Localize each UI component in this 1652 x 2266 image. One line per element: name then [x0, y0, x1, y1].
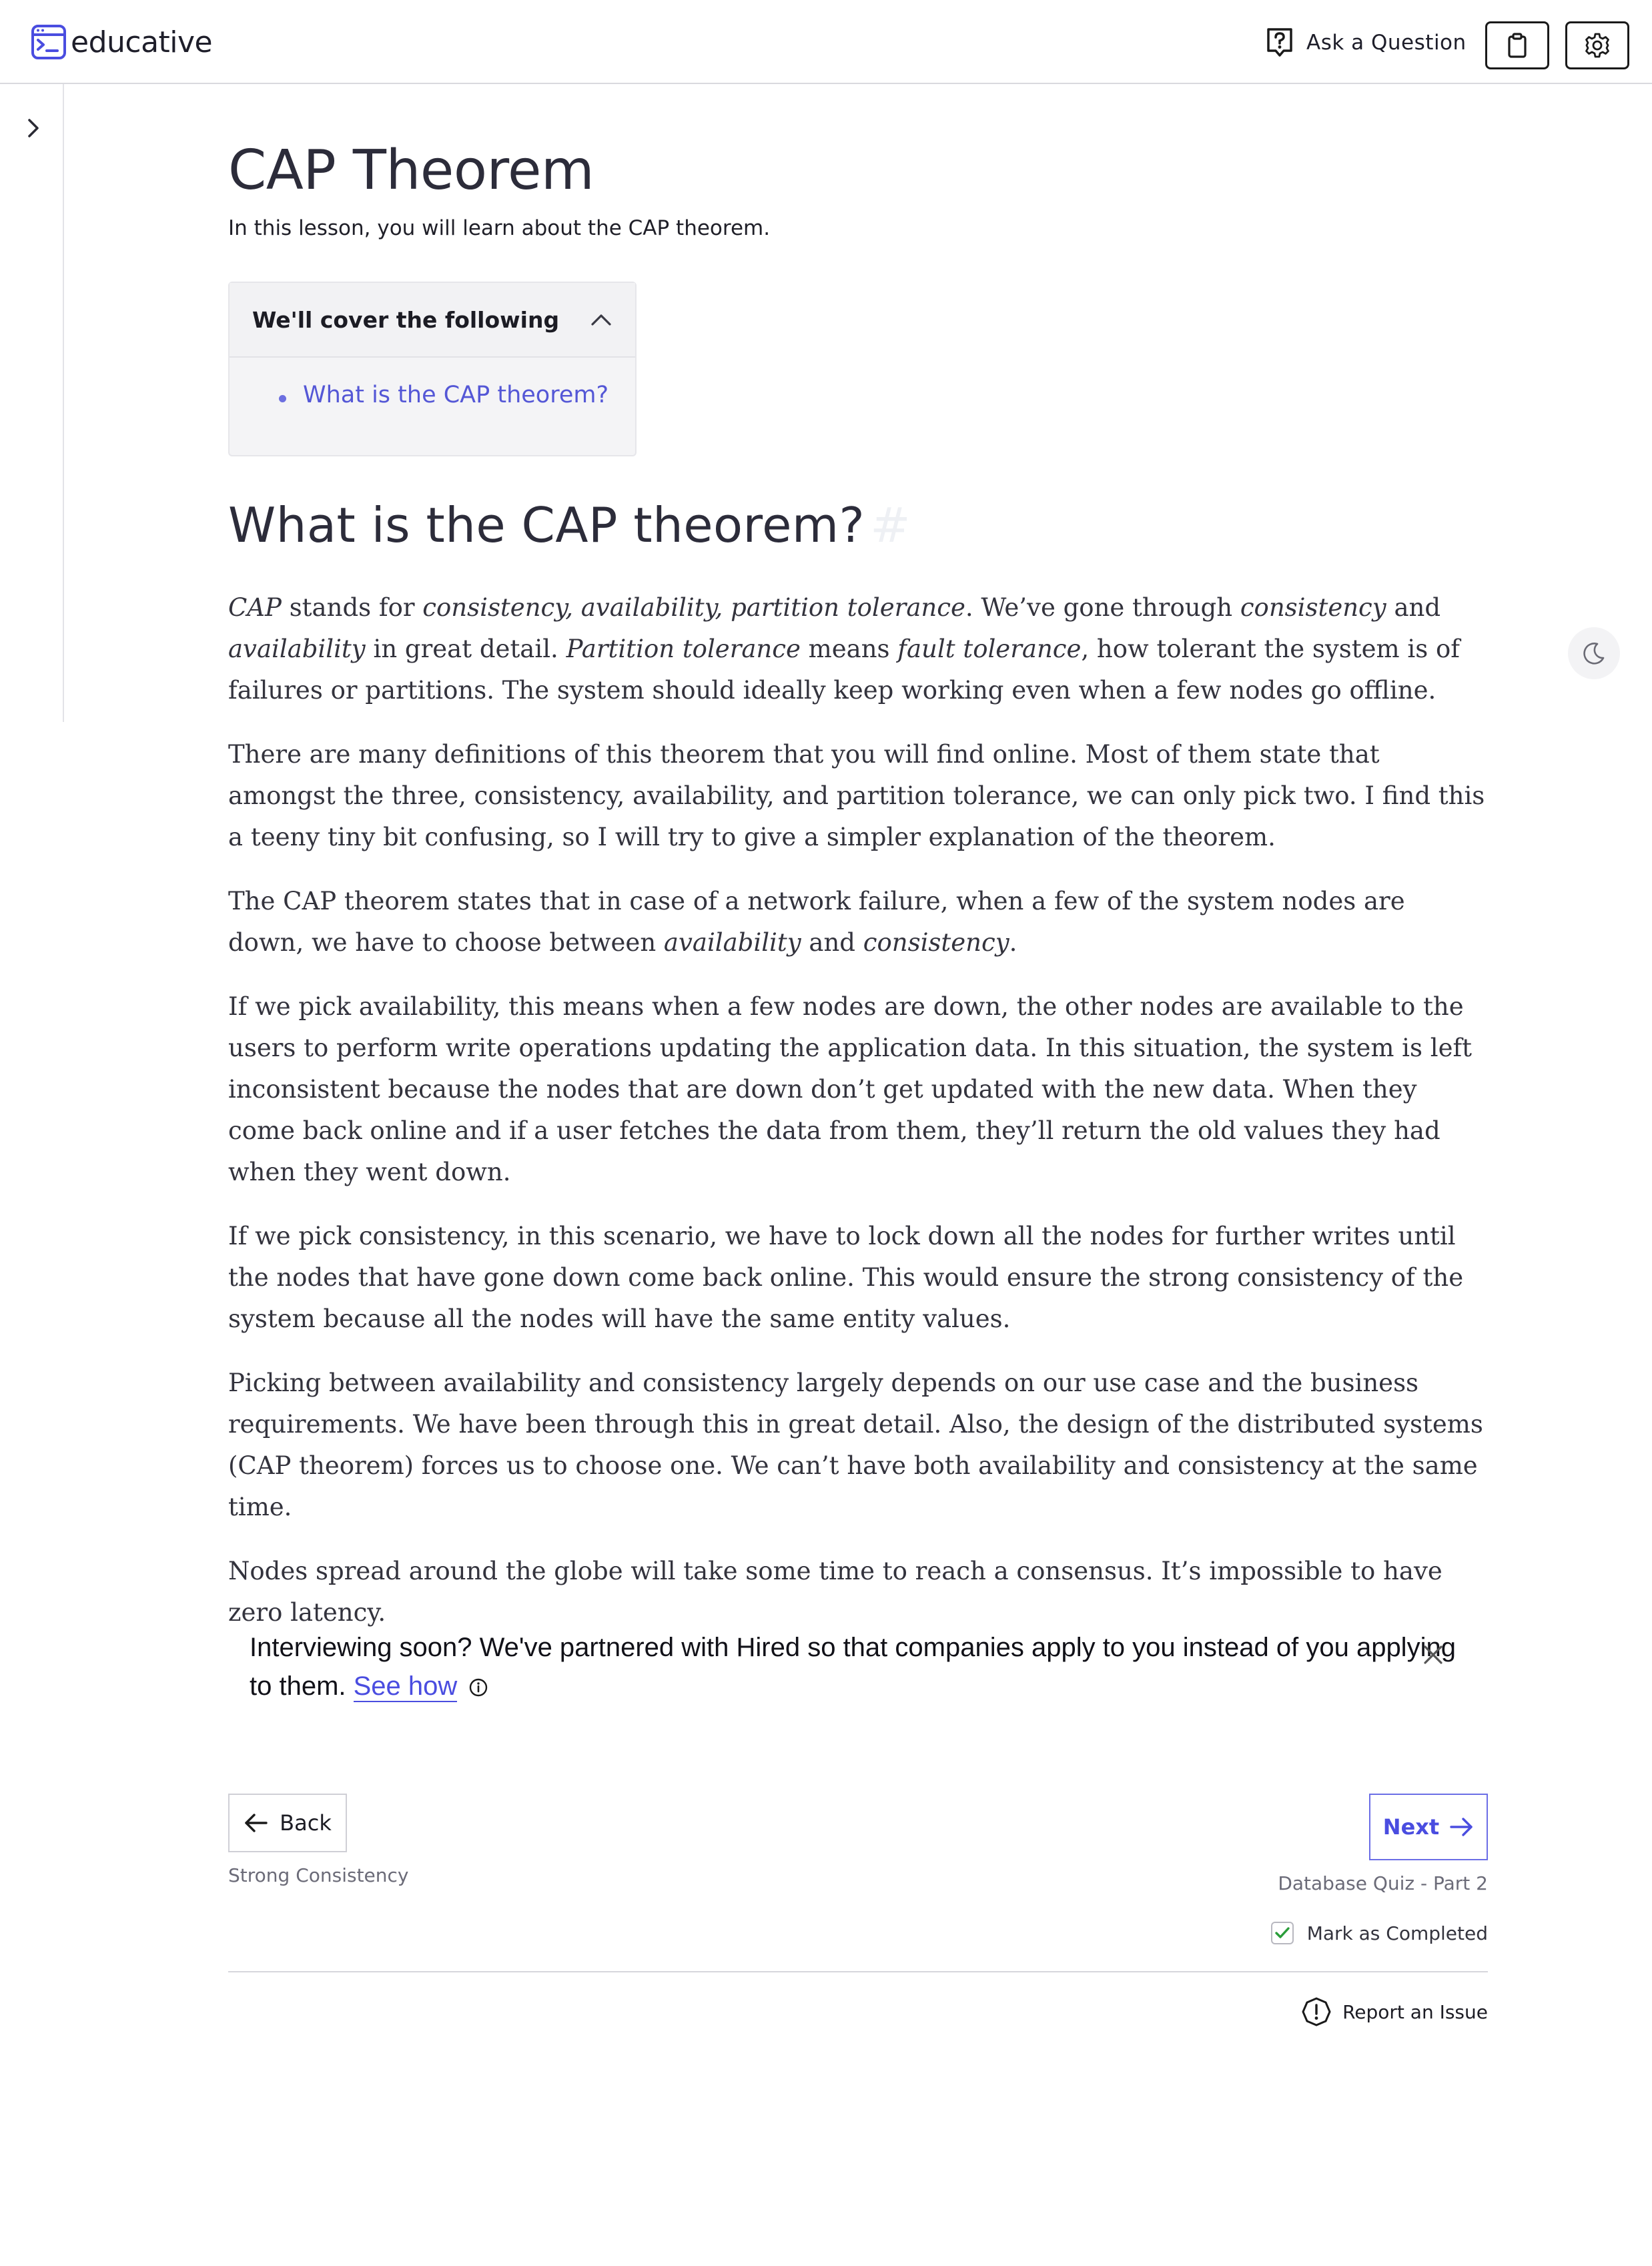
gear-icon [1585, 33, 1609, 58]
ask-question-button[interactable]: Ask a Question [1265, 27, 1467, 59]
paragraph-text: . We’ve gone through [965, 593, 1240, 622]
dark-mode-toggle[interactable] [1568, 627, 1620, 679]
top-header: educative Ask a Question [0, 0, 1652, 84]
close-promo-button[interactable] [1417, 1639, 1449, 1671]
paragraph: The CAP theorem states that in case of a… [228, 881, 1488, 964]
paragraph-text: stands for [281, 593, 423, 622]
table-of-contents: We'll cover the following What is the CA… [228, 282, 637, 456]
emphasis-text: fault tolerance [897, 635, 1082, 663]
arrow-right-icon [1450, 1818, 1473, 1836]
footer-divider [228, 1971, 1488, 1972]
mark-completed-label: Mark as Completed [1306, 1922, 1488, 1944]
toc-toggle[interactable]: We'll cover the following [230, 283, 635, 358]
checkmark-icon [1274, 1927, 1290, 1938]
page-title: CAP Theorem [228, 139, 594, 202]
moon-icon [1583, 643, 1605, 665]
section-heading: What is the CAP theorem? # [228, 497, 911, 553]
back-button[interactable]: Back [228, 1794, 347, 1852]
emphasis-text: consistency [1240, 593, 1386, 622]
report-issue-button[interactable]: Report an Issue [1301, 1996, 1488, 2027]
terminal-logo-icon [31, 25, 66, 59]
next-label: Next [1382, 1814, 1440, 1840]
chevron-right-icon [28, 119, 39, 137]
hired-promo-banner: Interviewing soon? We've partnered with … [250, 1628, 1471, 1706]
ask-question-label: Ask a Question [1306, 31, 1467, 55]
chevron-up-icon [591, 314, 611, 326]
alert-circle-icon [1302, 1997, 1331, 2026]
emphasis-text: CAP [228, 593, 282, 622]
sidebar-expand-button[interactable] [20, 113, 47, 143]
emphasis-text: availability [663, 928, 801, 957]
emphasis-text: availability [228, 635, 366, 663]
logo-text: educative [71, 25, 213, 59]
close-icon [1424, 1645, 1442, 1664]
lesson-subtitle: In this lesson, you will learn about the… [228, 216, 771, 240]
paragraph-text: means [800, 635, 898, 663]
clipboard-icon [1508, 33, 1527, 58]
arrow-left-icon [245, 1814, 268, 1832]
mark-completed-toggle[interactable]: Mark as Completed [1270, 1922, 1488, 1944]
see-how-link[interactable]: See how [353, 1671, 458, 1702]
heading-anchor-link[interactable]: # [870, 497, 911, 553]
next-lesson-title[interactable]: Database Quiz - Part 2 [1278, 1872, 1488, 1894]
emphasis-text: consistency, availability, partition tol… [422, 593, 965, 622]
paragraph: If we pick consistency, in this scenario… [228, 1222, 1464, 1333]
paragraph: If we pick availability, this means when… [228, 992, 1473, 1186]
educative-logo[interactable]: educative [31, 24, 213, 60]
back-label: Back [280, 1810, 332, 1836]
paragraph-text: . [1009, 928, 1017, 957]
paragraph-text: and [1386, 593, 1441, 622]
notes-button[interactable] [1485, 21, 1549, 69]
emphasis-text: consistency [863, 928, 1009, 957]
section-heading-text: What is the CAP theorem? [228, 497, 865, 553]
sidebar-divider [63, 84, 64, 722]
info-icon[interactable] [468, 1677, 488, 1697]
toc-link[interactable]: What is the CAP theorem? [279, 382, 635, 408]
completed-checkbox[interactable] [1270, 1922, 1294, 1944]
paragraph-text: in great detail. [365, 635, 566, 663]
paragraph-text: and [801, 928, 863, 957]
paragraph: There are many definitions of this theor… [228, 740, 1485, 851]
paragraph: Nodes spread around the globe will take … [228, 1557, 1442, 1627]
emphasis-text: Partition tolerance [566, 635, 801, 663]
report-issue-label: Report an Issue [1342, 2000, 1488, 2023]
paragraph: Picking between availability and consist… [228, 1369, 1483, 1521]
lesson-body: CAP stands for consistency, availability… [228, 587, 1488, 1656]
toc-list: What is the CAP theorem? [230, 358, 635, 408]
question-bubble-icon [1267, 28, 1292, 57]
previous-lesson-title[interactable]: Strong Consistency [228, 1864, 409, 1886]
toc-title: We'll cover the following [252, 306, 560, 333]
next-button[interactable]: Next [1369, 1794, 1488, 1860]
paragraph: CAP stands for consistency, availability… [228, 587, 1488, 711]
settings-button[interactable] [1565, 21, 1629, 69]
